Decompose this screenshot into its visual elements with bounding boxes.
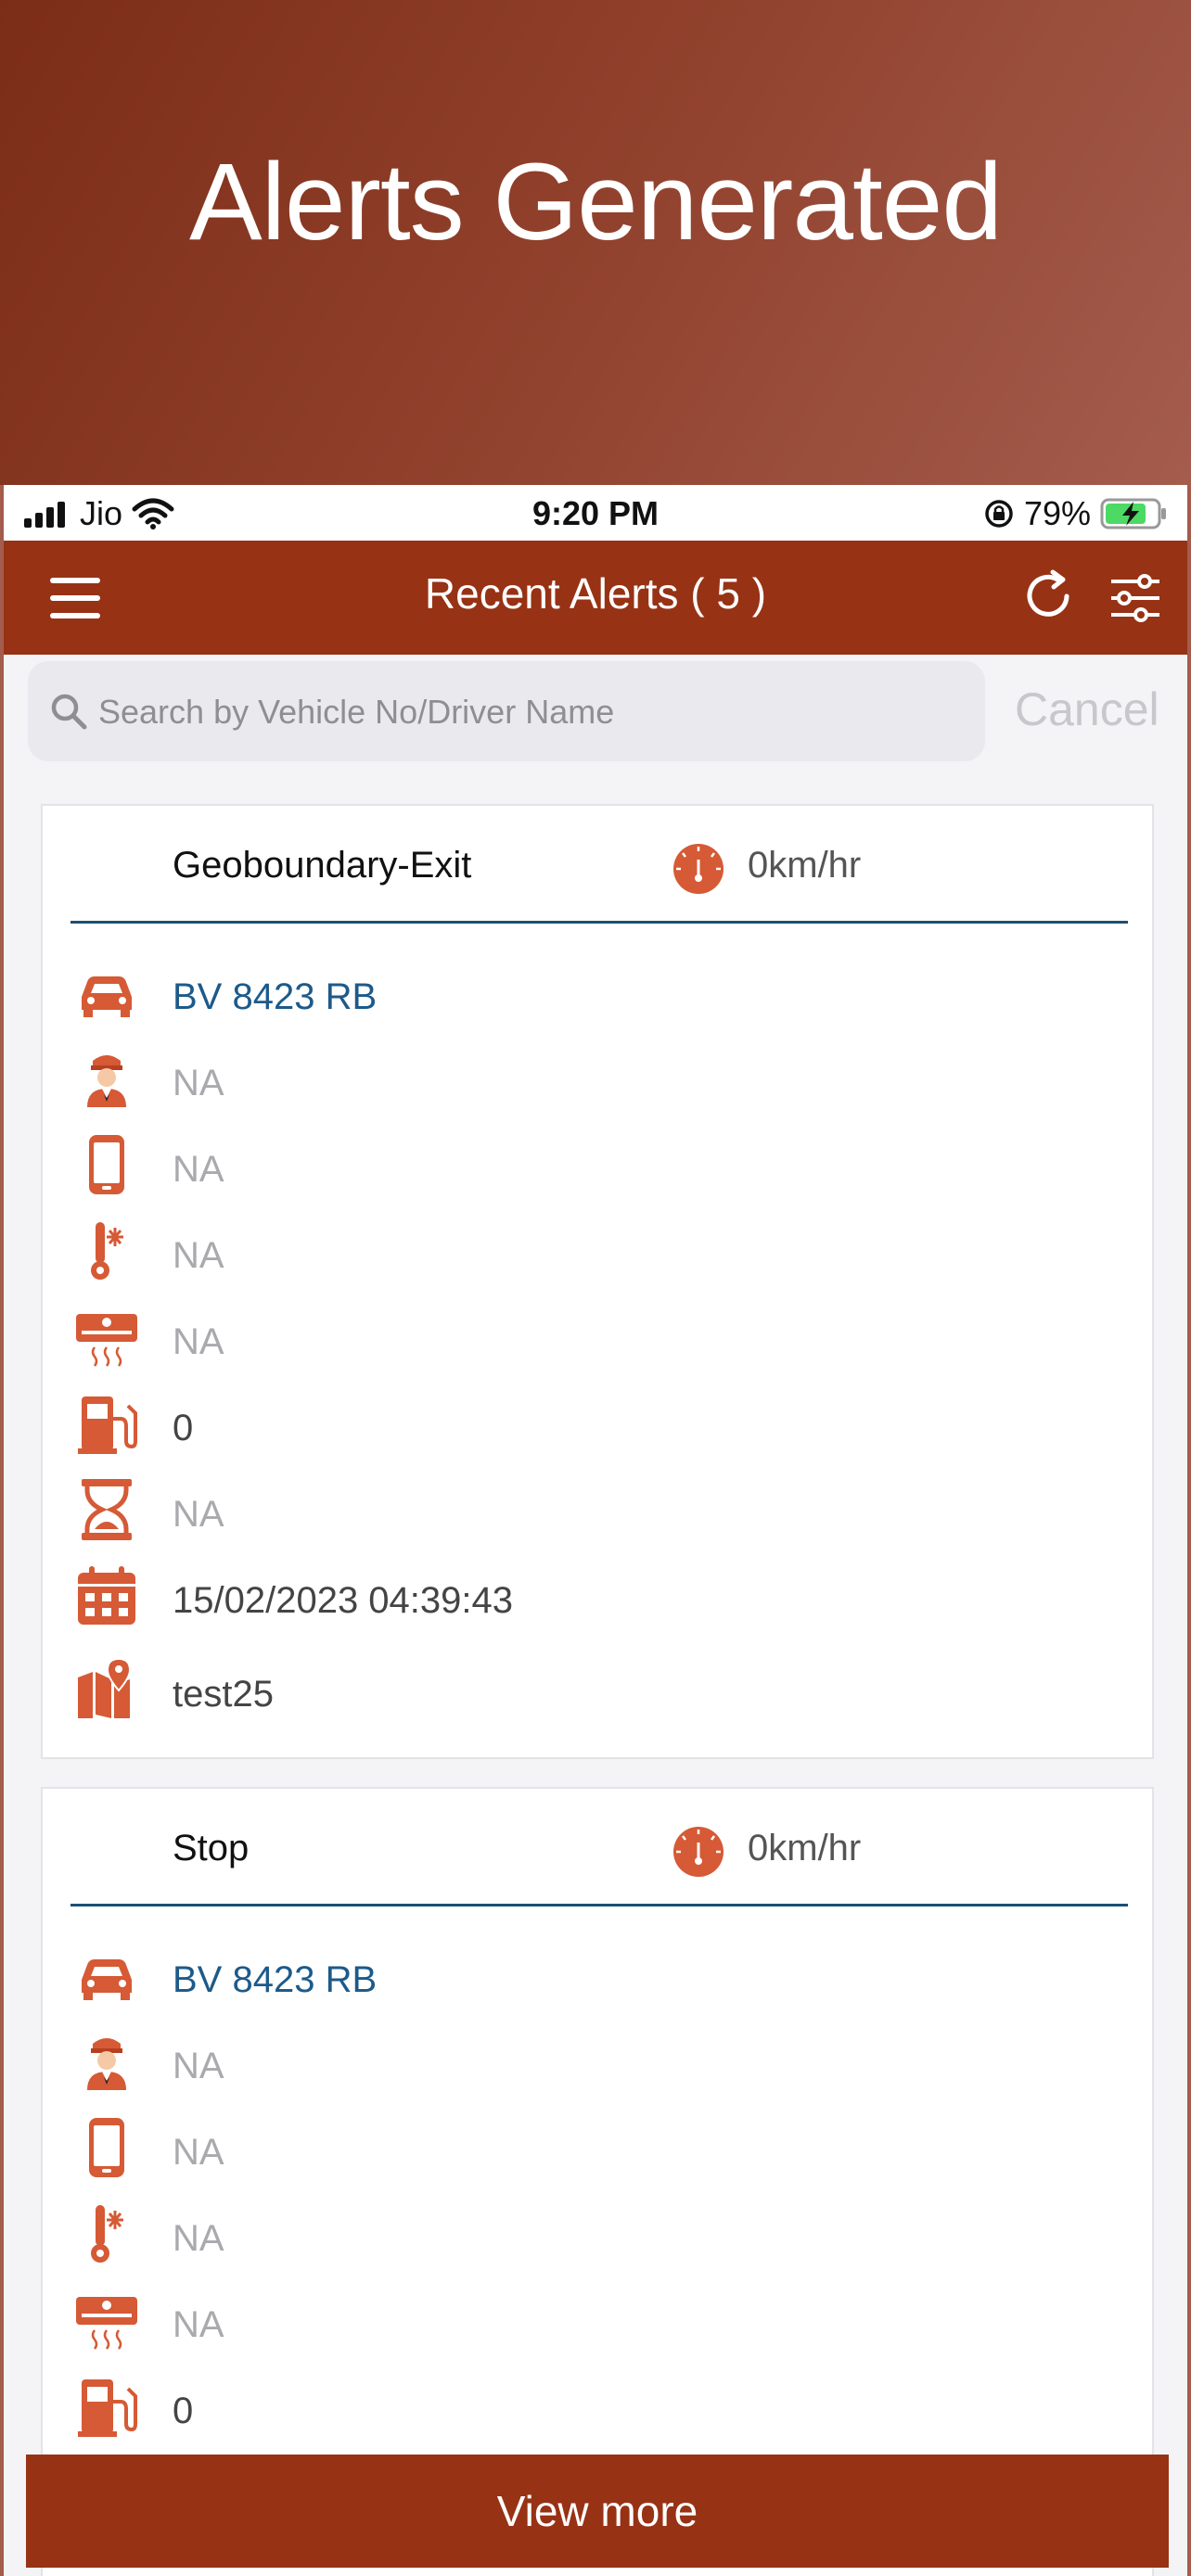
phone-row: NA [43,1132,1152,1206]
air-conditioner-icon [76,1314,137,1367]
fuel-row: 0 [43,2374,1152,2448]
search-input[interactable] [96,661,972,763]
search-field[interactable] [28,661,985,763]
fuel-pump-icon [78,2379,137,2437]
alert-card[interactable]: Geoboundary-Exit 0km/hr BV 8423 RB NA NA… [41,804,1154,1759]
calendar-icon [78,1566,135,1625]
driver-icon [87,2038,126,2090]
temperature-row: NA [43,2201,1152,2276]
promo-banner: Alerts Generated [0,0,1191,485]
vehicle-row: BV 8423 RB [43,960,1152,1034]
temperature-row: NA [43,1218,1152,1293]
datetime-row: 15/02/2023 04:39:43 [43,1563,1152,1638]
refresh-icon[interactable] [1022,568,1078,624]
phone-value: NA [173,1149,224,1190]
battery-charging-icon [1100,498,1166,529]
location-row: test25 [43,1657,1152,1731]
nav-bar: Recent Alerts ( 5 ) [4,541,1187,655]
filter-sliders-icon[interactable] [1108,570,1163,626]
vehicle-number[interactable]: BV 8423 RB [173,976,377,1018]
view-more-button[interactable]: View more [26,2455,1169,2568]
fuel-value: 0 [173,2391,194,2431]
temperature-value: NA [173,1235,224,1276]
status-bar: Jio 9:20 PM 79% [4,485,1187,541]
map-pin-icon [78,1657,132,1718]
alert-card-header: Stop 0km/hr [43,1789,1152,1906]
alert-speed: 0km/hr [748,1828,862,1868]
speedometer-icon [673,844,724,894]
speedometer-icon [673,1827,724,1877]
search-icon [51,694,87,730]
datetime-value: 15/02/2023 04:39:43 [173,1580,514,1621]
mobile-phone-icon [89,2118,124,2177]
vehicle-row: BV 8423 RB [43,1943,1152,2017]
ac-value: NA [173,1321,224,1362]
alert-type: Stop [173,1828,250,1868]
alert-card-header: Geoboundary-Exit 0km/hr [43,806,1152,923]
air-conditioner-icon [76,2297,137,2350]
driver-row: NA [43,1046,1152,1120]
driver-name: NA [173,2046,224,2086]
driver-name: NA [173,1063,224,1103]
cancel-button[interactable]: Cancel [1015,682,1159,736]
ac-row: NA [43,2288,1152,2362]
battery-percent: 79% [1023,494,1091,532]
driver-row: NA [43,2029,1152,2103]
mobile-phone-icon [89,1135,124,1194]
phone-screen: Jio 9:20 PM 79% Recent Alerts (5) Sear… [0,485,1191,2576]
hourglass-icon [82,1479,132,1540]
location-value: test25 [173,1674,274,1715]
temperature-value: NA [173,2218,224,2259]
thermometer-snowflake-icon [91,1222,123,1280]
ac-value: NA [173,2304,224,2345]
card-divider [70,921,1128,924]
thermometer-snowflake-icon [91,2205,123,2263]
alert-list: Geoboundary-Exit 0km/hr BV 8423 RB NA NA… [4,771,1187,2576]
alert-type: Geoboundary-Exit [173,845,472,886]
vehicle-number[interactable]: BV 8423 RB [173,1959,377,2001]
phone-value: NA [173,2132,224,2173]
driver-icon [87,1055,126,1107]
duration-value: NA [173,1494,224,1535]
car-icon [82,1959,132,2000]
car-icon [82,976,132,1017]
promo-headline: Alerts Generated [188,141,1003,263]
fuel-value: 0 [173,1408,194,1448]
rotation-lock-icon [985,500,1013,528]
ac-row: NA [43,1305,1152,1379]
fuel-row: 0 [43,1391,1152,1465]
phone-row: NA [43,2115,1152,2189]
alert-speed: 0km/hr [748,845,862,886]
search-bar: Cancel [4,655,1187,772]
duration-row: NA [43,1477,1152,1551]
fuel-pump-icon [78,1396,137,1454]
page-title: Recent Alerts ( 5 ) [424,569,767,618]
card-divider [70,1904,1128,1906]
